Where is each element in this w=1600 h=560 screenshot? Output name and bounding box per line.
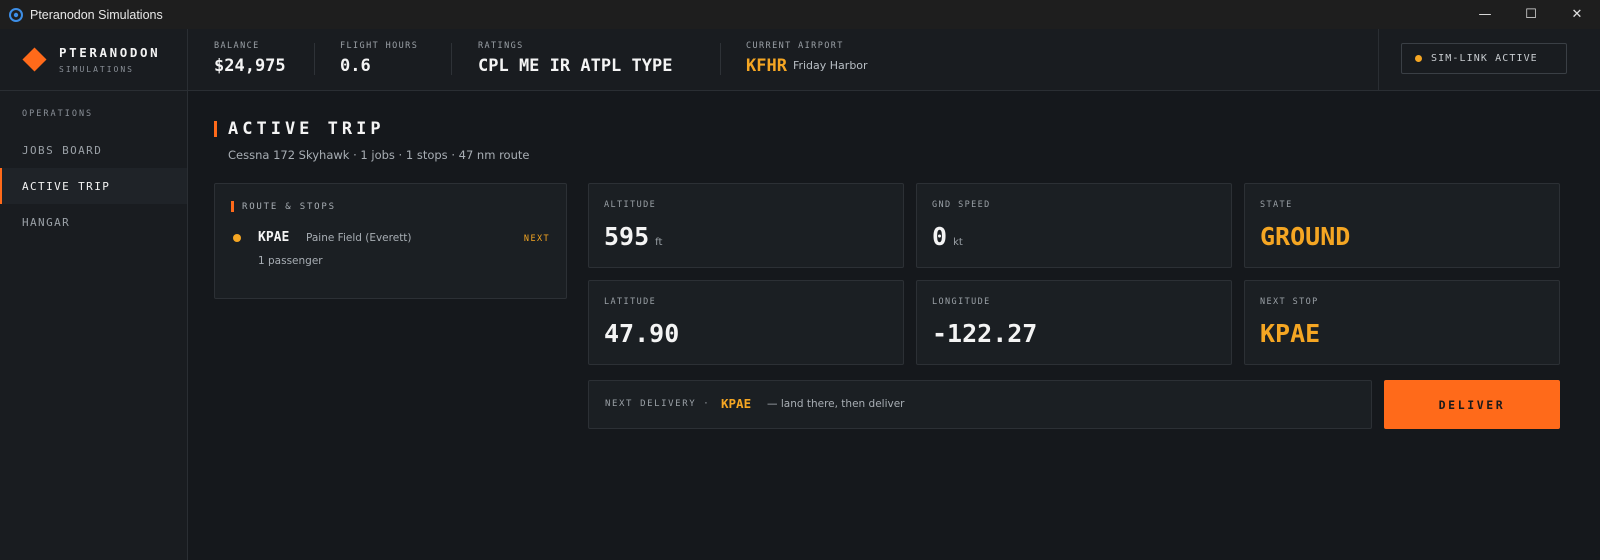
sim-link-area: SIM-LINK ACTIVE bbox=[1378, 29, 1600, 91]
state-label: STATE bbox=[1260, 200, 1293, 210]
next-delivery-bar: NEXT DELIVERY · KPAE — land there, then … bbox=[588, 380, 1372, 429]
balance-value: $24,975 bbox=[214, 56, 286, 76]
sidebar-section-title: OPERATIONS bbox=[22, 109, 94, 119]
ratings-label: RATINGS bbox=[478, 41, 524, 51]
gnd-speed-unit: kt bbox=[953, 237, 963, 248]
main-content: ACTIVE TRIP Cessna 172 Skyhawk · 1 jobs … bbox=[188, 91, 1600, 560]
next-stop-value: KPAE bbox=[1260, 319, 1321, 348]
stop-marker-icon bbox=[233, 234, 241, 242]
latitude-value: 47.90 bbox=[604, 319, 680, 348]
balance-label: BALANCE bbox=[214, 41, 260, 51]
trip-summary: Cessna 172 Skyhawk · 1 jobs · 1 stops · … bbox=[228, 148, 530, 162]
latitude-tile: LATITUDE 47.90 bbox=[588, 280, 904, 365]
sim-link-label: SIM-LINK ACTIVE bbox=[1431, 53, 1538, 64]
latitude-label: LATITUDE bbox=[604, 297, 657, 307]
brand: PTERANODON SIMULATIONS bbox=[0, 29, 188, 91]
altitude-value: 595 ft bbox=[604, 222, 662, 251]
brand-subtitle: SIMULATIONS bbox=[59, 65, 134, 74]
altitude-tile: ALTITUDE 595 ft bbox=[588, 183, 904, 268]
longitude-tile: LONGITUDE -122.27 bbox=[916, 280, 1232, 365]
next-stop-tile: NEXT STOP KPAE bbox=[1244, 280, 1560, 365]
altitude-number: 595 bbox=[604, 222, 650, 251]
altitude-label: ALTITUDE bbox=[604, 200, 657, 210]
stat-divider bbox=[451, 43, 452, 75]
current-airport-name: Friday Harbor bbox=[792, 59, 868, 72]
window-title-bar: Pteranodon Simulations — ☐ ✕ bbox=[0, 0, 1600, 29]
panel-accent-bar bbox=[231, 201, 234, 212]
brand-diamond-icon bbox=[22, 47, 47, 72]
window-title: Pteranodon Simulations bbox=[30, 7, 163, 22]
next-stop-label: NEXT STOP bbox=[1260, 297, 1319, 307]
longitude-label: LONGITUDE bbox=[932, 297, 991, 307]
gnd-speed-tile: GND SPEED 0 kt bbox=[916, 183, 1232, 268]
app-logo-icon bbox=[8, 7, 24, 23]
gnd-speed-value: 0 kt bbox=[932, 222, 963, 251]
altitude-unit: ft bbox=[655, 237, 663, 248]
status-dot-icon bbox=[1415, 55, 1422, 62]
gnd-speed-label: GND SPEED bbox=[932, 200, 991, 210]
current-airport-code: KFHR bbox=[746, 56, 787, 76]
brand-name: PTERANODON bbox=[59, 45, 161, 60]
title-accent-bar bbox=[214, 121, 217, 137]
flight-hours-value: 0.6 bbox=[340, 56, 371, 76]
stop-name: Paine Field (Everett) bbox=[306, 232, 412, 244]
sidebar-item-jobs-board[interactable]: JOBS BOARD bbox=[0, 132, 187, 168]
stop-detail: 1 passenger bbox=[258, 255, 323, 267]
gnd-speed-number: 0 bbox=[932, 222, 948, 251]
page-title: ACTIVE TRIP bbox=[214, 119, 385, 139]
flight-hours-label: FLIGHT HOURS bbox=[340, 41, 419, 51]
longitude-value: -122.27 bbox=[932, 319, 1038, 348]
route-panel-title: ROUTE & STOPS bbox=[242, 201, 336, 212]
sim-link-status[interactable]: SIM-LINK ACTIVE bbox=[1401, 43, 1567, 74]
sidebar-item-hangar[interactable]: HANGAR bbox=[0, 204, 187, 240]
stat-divider bbox=[720, 43, 721, 75]
page-title-text: ACTIVE TRIP bbox=[228, 119, 385, 139]
current-airport-value: KFHR Friday Harbor bbox=[746, 56, 868, 76]
app-header: PTERANODON SIMULATIONS BALANCE $24,975 F… bbox=[0, 29, 1600, 91]
stat-divider bbox=[314, 43, 315, 75]
state-tile: STATE GROUND bbox=[1244, 183, 1560, 268]
route-panel-header: ROUTE & STOPS bbox=[231, 201, 336, 212]
next-delivery-code: KPAE bbox=[721, 396, 752, 411]
next-delivery-label: NEXT DELIVERY · bbox=[605, 399, 711, 409]
minimize-button[interactable]: — bbox=[1462, 0, 1508, 29]
deliver-button[interactable]: DELIVER bbox=[1384, 380, 1560, 429]
close-button[interactable]: ✕ bbox=[1554, 0, 1600, 29]
next-badge: NEXT bbox=[523, 234, 550, 244]
current-airport-label: CURRENT AIRPORT bbox=[746, 41, 844, 51]
state-value: GROUND bbox=[1260, 222, 1351, 251]
next-delivery-note: — land there, then deliver bbox=[767, 398, 905, 410]
route-stops-panel: ROUTE & STOPS KPAE Paine Field (Everett)… bbox=[214, 183, 567, 299]
window-controls: — ☐ ✕ bbox=[1462, 0, 1600, 29]
maximize-button[interactable]: ☐ bbox=[1508, 0, 1554, 29]
sidebar: OPERATIONS JOBS BOARD ACTIVE TRIP HANGAR bbox=[0, 91, 188, 560]
stop-code: KPAE bbox=[258, 230, 290, 245]
ratings-value: CPL ME IR ATPL TYPE bbox=[478, 56, 673, 76]
sidebar-item-active-trip[interactable]: ACTIVE TRIP bbox=[0, 168, 187, 204]
